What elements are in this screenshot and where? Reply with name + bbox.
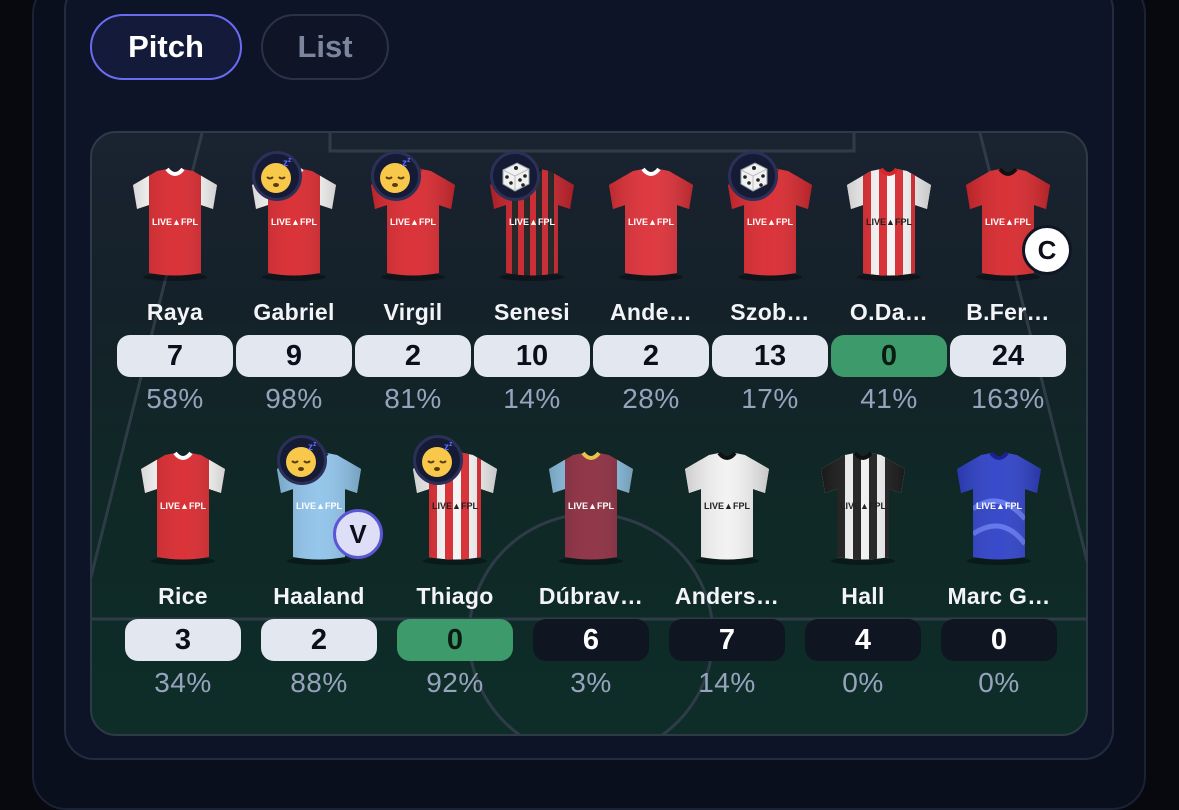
- points-pill: 24: [950, 335, 1066, 377]
- dice-icon: [490, 151, 540, 201]
- svg-text:LIVE▲FPL: LIVE▲FPL: [628, 217, 674, 227]
- ownership-percent: 14%: [698, 667, 756, 698]
- player-name: Dúbrav…: [538, 583, 644, 609]
- player-name: Anders…: [674, 583, 780, 609]
- points-pill: 0: [397, 619, 513, 661]
- ownership-percent: 34%: [154, 667, 212, 698]
- points-pill: 7: [117, 335, 233, 377]
- player-name: Marc G…: [947, 583, 1051, 609]
- points-pill: 4: [805, 619, 921, 661]
- svg-text:LIVE▲FPL: LIVE▲FPL: [985, 217, 1031, 227]
- sleeping-face-icon: z z: [371, 151, 421, 201]
- svg-text:z: z: [313, 441, 317, 448]
- ownership-percent: 98%: [265, 383, 323, 414]
- ownership-percent: 17%: [741, 383, 799, 414]
- player-name: Raya: [146, 299, 204, 325]
- sleeping-face-icon: z z: [252, 151, 302, 201]
- player-name: Haaland: [273, 583, 365, 609]
- player-name: Szob…: [730, 299, 810, 325]
- points-pill: 2: [261, 619, 377, 661]
- shirt-icon: LIVE▲FPL: [953, 449, 1045, 565]
- ownership-percent: 3%: [570, 667, 612, 698]
- points-pill: 6: [533, 619, 649, 661]
- shirt-icon: LIVE▲FPL: [605, 165, 697, 281]
- points-pill: 2: [355, 335, 471, 377]
- shirt-icon: LIVE▲FPL: [129, 165, 221, 281]
- ownership-percent: 0%: [842, 667, 884, 698]
- shirt-icon: LIVE▲FPL: [817, 449, 909, 565]
- player-name: Hall: [841, 583, 885, 609]
- svg-text:LIVE▲FPL: LIVE▲FPL: [509, 217, 555, 227]
- points-pill: 13: [712, 335, 828, 377]
- svg-text:z: z: [449, 441, 453, 448]
- points-pill: 7: [669, 619, 785, 661]
- tab-list[interactable]: List: [261, 14, 389, 80]
- ownership-percent: 14%: [503, 383, 561, 414]
- svg-text:z: z: [288, 157, 292, 164]
- ownership-percent: 0%: [978, 667, 1020, 698]
- player-name: O.Da…: [849, 299, 929, 325]
- shirt-icon: LIVE▲FPL: [681, 449, 773, 565]
- svg-text:LIVE▲FPL: LIVE▲FPL: [704, 501, 750, 511]
- player-name: Rice: [158, 583, 208, 609]
- svg-text:LIVE▲FPL: LIVE▲FPL: [296, 501, 342, 511]
- shirt-icon: LIVE▲FPL: [137, 449, 229, 565]
- player-name: Virgil: [383, 299, 443, 325]
- ownership-percent: 88%: [290, 667, 348, 698]
- player-name: Gabriel: [253, 299, 335, 325]
- ownership-percent: 81%: [384, 383, 442, 414]
- svg-text:LIVE▲FPL: LIVE▲FPL: [390, 217, 436, 227]
- shirt-icon: LIVE▲FPL: [843, 165, 935, 281]
- player-name: Thiago: [416, 583, 494, 609]
- player-name: Senesi: [494, 299, 570, 325]
- tab-pitch[interactable]: Pitch: [90, 14, 242, 80]
- points-pill: 9: [236, 335, 352, 377]
- points-pill: 0: [831, 335, 947, 377]
- svg-text:LIVE▲FPL: LIVE▲FPL: [160, 501, 206, 511]
- points-pill: 10: [474, 335, 590, 377]
- captain-badge: C: [1022, 225, 1072, 275]
- svg-text:LIVE▲FPL: LIVE▲FPL: [840, 501, 886, 511]
- points-pill: 2: [593, 335, 709, 377]
- svg-text:LIVE▲FPL: LIVE▲FPL: [866, 217, 912, 227]
- player-name: B.Fer…: [966, 299, 1050, 325]
- shirt-icon: LIVE▲FPL: [545, 449, 637, 565]
- dice-icon: [728, 151, 778, 201]
- points-pill: 0: [941, 619, 1057, 661]
- player-name: Ande…: [610, 299, 692, 325]
- ownership-percent: 58%: [146, 383, 204, 414]
- ownership-percent: 92%: [426, 667, 484, 698]
- ownership-percent: 28%: [622, 383, 680, 414]
- svg-text:LIVE▲FPL: LIVE▲FPL: [976, 501, 1022, 511]
- svg-text:LIVE▲FPL: LIVE▲FPL: [271, 217, 317, 227]
- svg-text:LIVE▲FPL: LIVE▲FPL: [747, 217, 793, 227]
- points-pill: 3: [125, 619, 241, 661]
- svg-text:LIVE▲FPL: LIVE▲FPL: [432, 501, 478, 511]
- sleeping-face-icon: z z: [413, 435, 463, 485]
- sleeping-face-icon: z z: [277, 435, 327, 485]
- svg-text:LIVE▲FPL: LIVE▲FPL: [568, 501, 614, 511]
- svg-text:z: z: [407, 157, 411, 164]
- ownership-percent: 41%: [860, 383, 918, 414]
- pitch-view: LIVE▲FPL Raya 7 58% LIVE▲FPL z z Gabriel 9 9…: [90, 131, 1088, 736]
- ownership-percent: 163%: [971, 383, 1045, 414]
- svg-text:LIVE▲FPL: LIVE▲FPL: [152, 217, 198, 227]
- vice-captain-badge: V: [333, 509, 383, 559]
